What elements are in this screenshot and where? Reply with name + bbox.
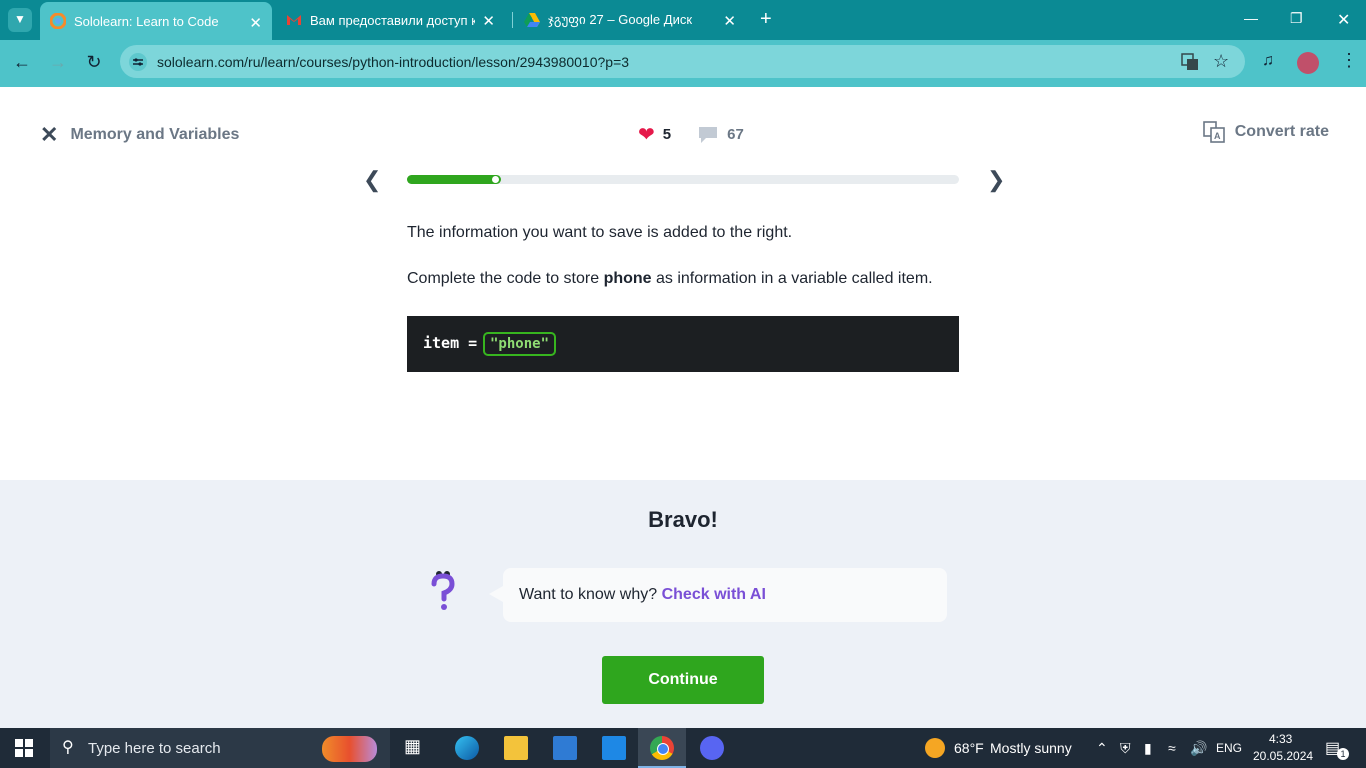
site-settings-icon <box>129 53 147 71</box>
lesson-page: ✕ Memory and Variables ❤ 5 67 A Convert … <box>0 87 1366 728</box>
progress-fill <box>407 175 501 184</box>
close-icon[interactable]: ✕ <box>249 14 262 32</box>
tab-title: Вам предоставили доступ к па <box>310 12 475 28</box>
show-hidden-icons-icon[interactable]: ⌃ <box>1096 740 1108 757</box>
progress-marker <box>491 176 499 183</box>
convert-rate-button[interactable]: A Convert rate <box>1202 121 1329 143</box>
chevron-down-icon: ▼ <box>14 12 26 26</box>
volume-icon[interactable]: 🔊 <box>1190 740 1207 757</box>
windows-taskbar: ⚲ Type here to search ▦ 68°F Mostly sunn… <box>0 728 1366 768</box>
edge-icon[interactable] <box>455 736 479 760</box>
weather-temp[interactable]: 68°F <box>954 740 984 756</box>
gmail-icon <box>287 15 301 25</box>
search-placeholder: Type here to search <box>88 740 221 757</box>
weather-desc[interactable]: Mostly sunny <box>990 740 1072 756</box>
search-icon: ⚲ <box>62 739 74 756</box>
close-lesson-icon[interactable]: ✕ <box>40 122 58 148</box>
task-keyword: phone <box>603 270 652 287</box>
comments-button[interactable]: 67 <box>697 125 744 145</box>
feedback-panel: Bravo! Want to know why? Check with AI C… <box>0 480 1366 728</box>
check-with-ai-link[interactable]: Check with AI <box>662 586 766 603</box>
tab-search-dropdown[interactable]: ▼ <box>8 8 32 32</box>
forward-button[interactable]: → <box>46 50 70 74</box>
arrow-right-icon: → <box>49 52 67 72</box>
new-tab-button[interactable]: + <box>760 8 772 31</box>
reload-icon: ↻ <box>86 52 102 72</box>
bookmark-star-icon[interactable]: ☆ <box>1213 51 1229 72</box>
ai-explanation-bubble: Want to know why? Check with AI <box>489 568 947 622</box>
more-menu-icon[interactable]: ⋮ <box>1340 50 1358 71</box>
weather-icon <box>925 738 945 758</box>
translate-icon[interactable] <box>1180 52 1200 72</box>
mail-icon[interactable] <box>602 736 626 760</box>
lesson-progress-bar <box>407 175 959 184</box>
security-icon[interactable]: ⛨ <box>1120 740 1131 757</box>
bubble-text: Want to know why? Check with AI <box>519 586 766 604</box>
previous-page-icon[interactable]: ❮ <box>363 167 381 193</box>
chrome-icon <box>650 736 674 760</box>
profile-avatar[interactable] <box>1297 52 1319 74</box>
browser-toolbar: ← → ↻ sololearn.com/ru/learn/courses/pyt… <box>0 40 1366 87</box>
tab-google-drive[interactable]: ჯგუფი 27 – Google Диск ✕ <box>518 0 746 40</box>
hearts-count: 5 <box>662 126 672 143</box>
taskbar-search-box[interactable]: ⚲ Type here to search <box>50 728 390 768</box>
battery-icon[interactable]: ▮ <box>1144 740 1152 757</box>
bubble-prompt: Want to know why? <box>519 586 658 603</box>
address-bar[interactable]: sololearn.com/ru/learn/courses/python-in… <box>120 45 1245 78</box>
close-icon[interactable]: ✕ <box>723 12 736 30</box>
tab-sololearn[interactable]: Sololearn: Learn to Code ✕ <box>40 2 272 40</box>
svg-text:A: A <box>1214 131 1221 141</box>
code-block: item = "phone" <box>407 316 959 372</box>
convert-rate-label: Convert rate <box>1234 123 1329 140</box>
discord-icon[interactable] <box>700 736 724 760</box>
code-variable: item = <box>423 334 478 352</box>
notification-count: 1 <box>1337 748 1349 760</box>
clock-time[interactable]: 4:33 <box>1269 732 1292 746</box>
language-indicator[interactable]: ENG <box>1216 741 1242 755</box>
search-highlight-image <box>322 736 377 762</box>
restore-icon[interactable]: ❐ <box>1290 10 1303 27</box>
lesson-title: Memory and Variables <box>70 126 240 143</box>
close-window-icon[interactable]: ✕ <box>1337 10 1350 30</box>
tab-title: ჯგუფი 27 – Google Диск <box>548 12 693 27</box>
back-button[interactable]: ← <box>10 50 34 74</box>
tab-title: Sololearn: Learn to Code <box>74 13 219 29</box>
lesson-instruction: The information you want to save is adde… <box>407 224 793 241</box>
translate-icon: A <box>1202 121 1225 143</box>
url-text: sololearn.com/ru/learn/courses/python-in… <box>157 54 630 70</box>
minimize-icon[interactable]: — <box>1244 10 1258 26</box>
browser-tab-strip: ▼ Sololearn: Learn to Code ✕ Вам предост… <box>0 0 1366 40</box>
code-answer-slot[interactable]: "phone" <box>483 332 557 356</box>
task-text-suffix: as information in a variable called item… <box>651 270 933 287</box>
sololearn-icon <box>50 13 66 29</box>
tab-divider <box>512 12 513 28</box>
file-explorer-icon[interactable] <box>504 736 528 760</box>
tab-gmail[interactable]: Вам предоставили доступ к па ✕ <box>280 0 505 40</box>
media-controls-icon[interactable]: ♫ <box>1262 52 1274 70</box>
windows-start-icon[interactable] <box>15 739 33 757</box>
heart-icon: ❤ <box>638 124 655 146</box>
wifi-icon[interactable]: ≈ <box>1168 740 1176 756</box>
task-text-prefix: Complete the code to store <box>407 270 604 287</box>
continue-button[interactable]: Continue <box>602 656 764 704</box>
plus-icon: + <box>760 8 772 30</box>
microsoft-store-icon[interactable] <box>553 736 577 760</box>
question-mascot-icon <box>431 571 455 610</box>
comment-icon <box>699 126 718 143</box>
clock-date[interactable]: 20.05.2024 <box>1253 749 1313 763</box>
chrome-taskbar-button[interactable] <box>638 728 686 768</box>
feedback-heading: Bravo! <box>648 507 718 532</box>
google-drive-icon <box>524 13 540 27</box>
reload-button[interactable]: ↻ <box>82 50 106 74</box>
lesson-task: Complete the code to store phone as info… <box>407 270 933 288</box>
arrow-left-icon: ← <box>13 52 31 72</box>
comments-count: 67 <box>727 126 744 143</box>
task-view-icon[interactable]: ▦ <box>404 736 428 760</box>
next-page-icon[interactable]: ❯ <box>987 167 1005 193</box>
close-icon[interactable]: ✕ <box>482 12 495 30</box>
lesson-header: ✕ Memory and Variables <box>40 122 239 148</box>
lesson-stats: ❤ 5 67 <box>638 122 744 147</box>
